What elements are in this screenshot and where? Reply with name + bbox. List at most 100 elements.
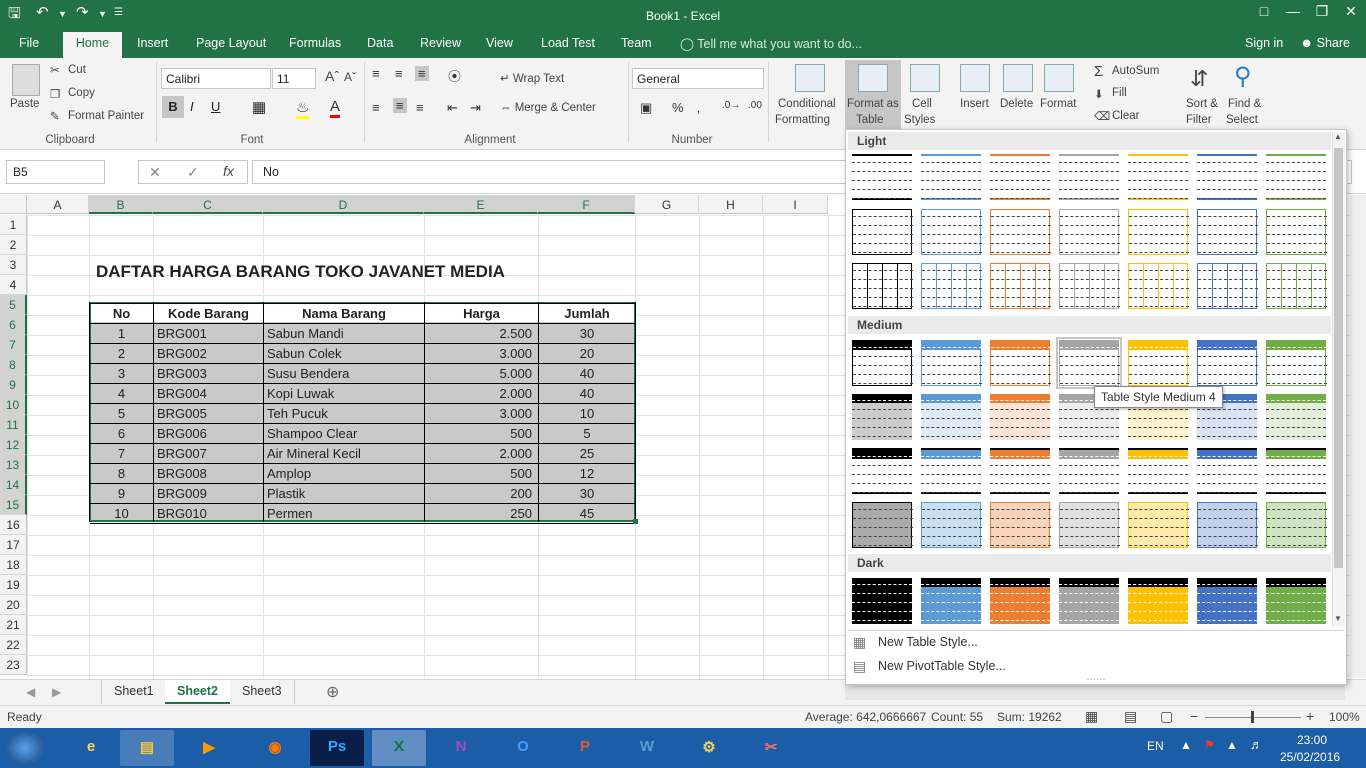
- table-cell[interactable]: 12: [539, 464, 635, 484]
- table-cell[interactable]: 9: [90, 484, 153, 504]
- name-box[interactable]: B5: [6, 160, 105, 184]
- row-header[interactable]: 2: [0, 235, 27, 255]
- row-header[interactable]: 21: [0, 615, 27, 635]
- column-header[interactable]: I: [763, 195, 828, 214]
- tab-load-test[interactable]: Load Test: [541, 36, 595, 50]
- copy-button[interactable]: Copy: [68, 87, 95, 99]
- prev-sheet-icon[interactable]: ◀: [26, 685, 35, 699]
- table-cell[interactable]: BRG009: [154, 484, 263, 504]
- powerpoint-icon[interactable]: P: [558, 730, 612, 766]
- table-cell[interactable]: 5.000: [425, 364, 538, 384]
- table-style-swatch[interactable]: [990, 578, 1050, 624]
- top-align-icon[interactable]: ≡: [372, 66, 380, 81]
- cell-styles-icon[interactable]: [910, 64, 940, 92]
- table-style-swatch[interactable]: [921, 154, 981, 200]
- table-cell[interactable]: Teh Pucuk: [264, 404, 424, 424]
- normal-view-icon[interactable]: ▦: [1085, 708, 1098, 725]
- paste-button[interactable]: Paste: [10, 98, 39, 110]
- wrap-text-button[interactable]: ↵ Wrap Text: [500, 71, 564, 85]
- table-cell[interactable]: Amplop: [264, 464, 424, 484]
- tab-formulas[interactable]: Formulas: [289, 36, 341, 50]
- ie-icon[interactable]: e: [64, 730, 118, 766]
- table-style-swatch[interactable]: [1266, 209, 1327, 255]
- table-style-swatch[interactable]: [1128, 340, 1189, 386]
- table-cell[interactable]: Air Mineral Kecil: [264, 444, 424, 464]
- onenote-icon[interactable]: N: [434, 730, 488, 766]
- page-break-view-icon[interactable]: ▢: [1160, 708, 1173, 725]
- number-format-combo[interactable]: General: [632, 68, 764, 89]
- row-header[interactable]: 19: [0, 575, 27, 595]
- table-cell[interactable]: 7: [90, 444, 153, 464]
- clear-button[interactable]: Clear: [1112, 110, 1139, 122]
- gallery-scroll-down-icon[interactable]: ▼: [1334, 614, 1342, 623]
- table-header-cell[interactable]: No: [90, 304, 153, 324]
- page-layout-view-icon[interactable]: ▤: [1124, 708, 1137, 725]
- fill-handle[interactable]: [633, 519, 638, 524]
- table-style-swatch[interactable]: [1128, 448, 1188, 494]
- conditional-label-1[interactable]: Conditional: [778, 98, 836, 110]
- row-header[interactable]: 5: [0, 295, 27, 315]
- table-cell[interactable]: Susu Bendera: [264, 364, 424, 384]
- grow-font-icon[interactable]: Aˆ: [325, 68, 339, 84]
- column-header[interactable]: C: [153, 195, 263, 214]
- table-cell[interactable]: 500: [425, 424, 538, 444]
- tab-data[interactable]: Data: [367, 36, 393, 50]
- table-style-swatch[interactable]: [1059, 448, 1119, 494]
- table-cell[interactable]: Sabun Colek: [264, 344, 424, 364]
- row-header[interactable]: 4: [0, 275, 27, 295]
- bottom-align-icon[interactable]: ≡: [415, 66, 429, 81]
- sort-label-1[interactable]: Sort &: [1186, 98, 1218, 110]
- row-header[interactable]: 16: [0, 515, 27, 535]
- row-header[interactable]: 3: [0, 255, 27, 275]
- table-style-swatch[interactable]: [990, 154, 1050, 200]
- language-indicator[interactable]: EN: [1147, 739, 1164, 753]
- enter-icon[interactable]: ✓: [187, 164, 199, 181]
- table-style-swatch[interactable]: [921, 263, 982, 309]
- table-style-swatch[interactable]: [1059, 502, 1120, 548]
- row-header[interactable]: 11: [0, 415, 27, 435]
- start-button-icon[interactable]: [6, 731, 44, 765]
- cut-button[interactable]: Cut: [68, 64, 86, 76]
- table-cell[interactable]: 10: [90, 504, 153, 524]
- table-header-cell[interactable]: Nama Barang: [264, 304, 424, 324]
- select-all-corner[interactable]: [0, 195, 27, 214]
- column-header[interactable]: A: [27, 195, 89, 214]
- font-color-icon[interactable]: A: [330, 98, 341, 118]
- table-style-swatch[interactable]: [852, 578, 912, 624]
- table-style-swatch[interactable]: [852, 502, 913, 548]
- column-header[interactable]: E: [424, 195, 538, 214]
- gallery-scrollbar-thumb[interactable]: [1334, 148, 1343, 568]
- excel-icon[interactable]: X: [372, 730, 426, 766]
- table-style-swatch[interactable]: [1197, 209, 1258, 255]
- zoom-out-icon[interactable]: −: [1190, 708, 1198, 724]
- table-cell[interactable]: BRG010: [154, 504, 263, 524]
- table-cell[interactable]: Permen: [264, 504, 424, 524]
- table-cell[interactable]: BRG006: [154, 424, 263, 444]
- restore-icon[interactable]: ❐: [1307, 3, 1337, 20]
- table-cell[interactable]: BRG002: [154, 344, 263, 364]
- row-header[interactable]: 13: [0, 455, 27, 475]
- decrease-decimal-icon[interactable]: .00: [748, 100, 762, 111]
- tab-home[interactable]: Home: [63, 32, 122, 58]
- format-cells-button[interactable]: Format: [1040, 98, 1076, 110]
- table-cell[interactable]: Shampoo Clear: [264, 424, 424, 444]
- new-table-style-item[interactable]: New Table Style...: [878, 635, 978, 649]
- format-painter-button[interactable]: Format Painter: [68, 110, 144, 122]
- autosum-icon[interactable]: Σ: [1094, 63, 1103, 80]
- table-style-swatch[interactable]: [1266, 394, 1326, 440]
- table-cell[interactable]: BRG004: [154, 384, 263, 404]
- comma-style-icon[interactable]: ‚: [697, 100, 700, 115]
- table-style-swatch[interactable]: [1059, 578, 1119, 624]
- row-header[interactable]: 22: [0, 635, 27, 655]
- fill-button[interactable]: Fill: [1112, 87, 1127, 99]
- paint-icon[interactable]: ⚙: [682, 730, 736, 766]
- autosum-button[interactable]: AutoSum: [1112, 65, 1159, 77]
- increase-indent-icon[interactable]: ⇥: [470, 100, 481, 116]
- insert-function-button[interactable]: fx: [223, 163, 234, 179]
- table-header-cell[interactable]: Kode Barang: [154, 304, 263, 324]
- tab-page-layout[interactable]: Page Layout: [196, 36, 266, 50]
- table-style-swatch[interactable]: [1059, 263, 1120, 309]
- share-button[interactable]: ☻ Share: [1300, 36, 1350, 50]
- conditional-formatting-icon[interactable]: [795, 64, 825, 92]
- table-cell[interactable]: 4: [90, 384, 153, 404]
